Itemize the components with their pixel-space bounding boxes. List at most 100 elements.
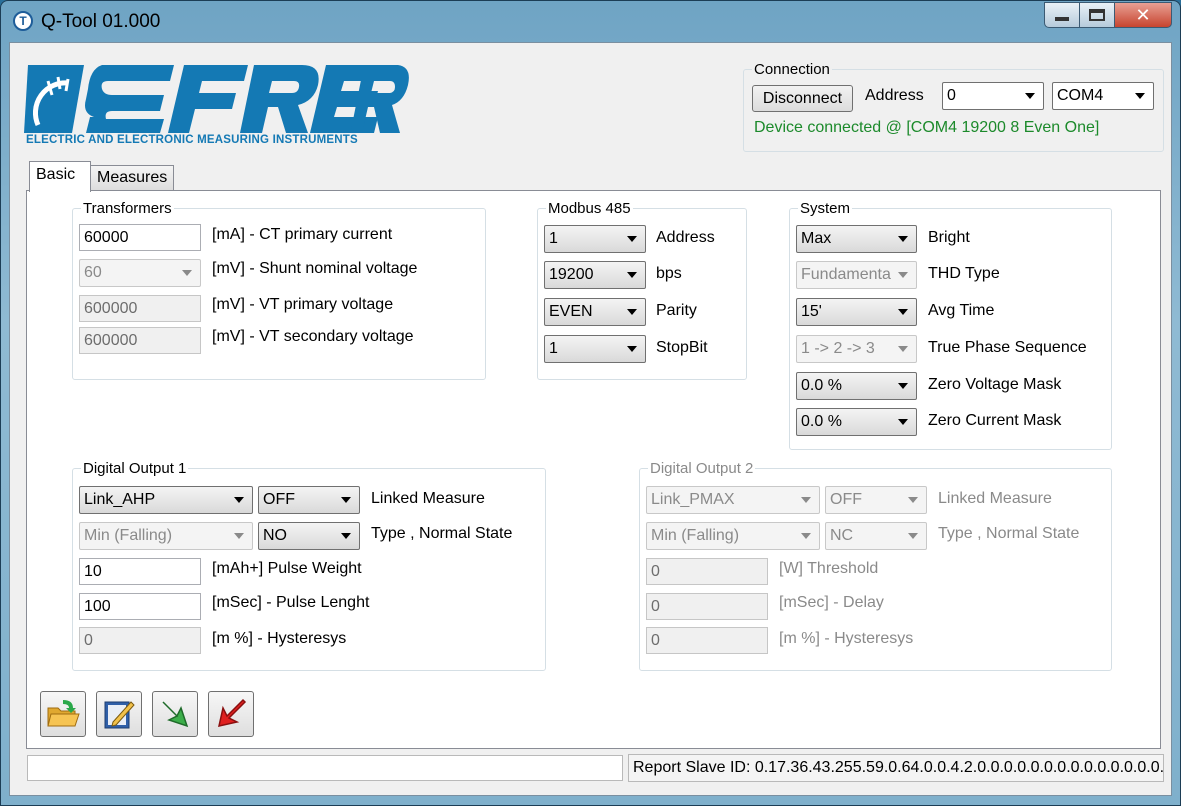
- chevron-down-icon: [341, 533, 351, 539]
- do2-normal-state-select[interactable]: NC: [825, 522, 927, 550]
- close-icon: ✕: [1135, 4, 1151, 25]
- avg-time-select[interactable]: 15': [796, 298, 917, 326]
- chevron-down-icon: [182, 270, 192, 276]
- do2-delay-input[interactable]: 0: [646, 593, 768, 620]
- do1-pulse-weight-input[interactable]: 10: [79, 558, 201, 585]
- do1-type-label: Type , Normal State: [371, 525, 513, 542]
- window-controls: ✕: [1044, 2, 1172, 30]
- bright-value: Max: [801, 230, 832, 247]
- disconnect-button[interactable]: Disconnect: [752, 85, 853, 112]
- do1-hysteresys-label: [m %] - Hysteresys: [212, 630, 347, 647]
- vt-secondary-voltage-label: [mV] - VT secondary voltage: [212, 328, 414, 345]
- transformers-legend: Transformers: [83, 200, 172, 217]
- logo-tagline: ELECTRIC AND ELECTRONIC MEASURING INSTRU…: [26, 134, 358, 146]
- do1-linked-measure-value: Link_AHP: [84, 491, 156, 508]
- phase-sequence-select[interactable]: 1 -> 2 -> 3: [796, 335, 917, 363]
- connection-status: Device connected @ [COM4 19200 8 Even On…: [754, 119, 1100, 136]
- modbus-bps-select[interactable]: 19200: [544, 261, 646, 289]
- do2-delay-label: [mSec] - Delay: [779, 594, 884, 611]
- do1-measure-state-value: OFF: [263, 491, 295, 508]
- chevron-down-icon: [627, 309, 637, 315]
- chevron-down-icon: [908, 533, 918, 539]
- read-device-button[interactable]: [152, 691, 198, 737]
- modbus-parity-value: EVEN: [549, 303, 593, 320]
- write-device-button[interactable]: [208, 691, 254, 737]
- upload-arrow-icon: [218, 698, 247, 727]
- do2-measure-state-select[interactable]: OFF: [825, 486, 927, 514]
- do2-linked-measure-select[interactable]: Link_PMAX: [646, 486, 820, 514]
- maximize-button[interactable]: [1079, 2, 1115, 28]
- do1-linked-measure-select[interactable]: Link_AHP: [79, 486, 253, 514]
- tab-measures[interactable]: Measures: [90, 165, 174, 191]
- maximize-icon: [1089, 9, 1105, 21]
- modbus-bps-label: bps: [656, 265, 682, 282]
- bright-label: Bright: [928, 229, 970, 246]
- do2-hysteresys-input[interactable]: 0: [646, 627, 768, 654]
- app-icon: T: [13, 11, 33, 31]
- com-port-select[interactable]: COM4: [1052, 82, 1154, 110]
- do1-pulse-weight-label: [mAh+] Pulse Weight: [212, 560, 362, 577]
- do2-type-select[interactable]: Min (Falling): [646, 522, 820, 550]
- do1-pulse-length-input[interactable]: 100: [79, 593, 201, 620]
- chevron-down-icon: [341, 497, 351, 503]
- do1-hysteresys-input[interactable]: 0: [79, 627, 201, 654]
- close-button[interactable]: ✕: [1114, 2, 1172, 28]
- chevron-down-icon: [234, 533, 244, 539]
- thd-type-select[interactable]: Fundamenta: [796, 261, 917, 289]
- do2-linked-measure-value: Link_PMAX: [651, 491, 735, 508]
- connection-address-value: 0: [947, 87, 956, 104]
- modbus-parity-select[interactable]: EVEN: [544, 298, 646, 326]
- system-legend: System: [800, 200, 851, 217]
- chevron-down-icon: [898, 236, 908, 242]
- chevron-down-icon: [1135, 93, 1145, 99]
- ct-primary-current-label: [mA] - CT primary current: [212, 226, 393, 243]
- do1-linked-measure-label: Linked Measure: [371, 490, 485, 507]
- chevron-down-icon: [801, 533, 811, 539]
- modbus-stopbit-value: 1: [549, 340, 558, 357]
- do1-normal-state-select[interactable]: NO: [258, 522, 360, 550]
- tab-basic[interactable]: Basic: [29, 161, 91, 192]
- title-bar[interactable]: T Q-Tool 01.000 ✕: [1, 1, 1180, 41]
- chevron-down-icon: [801, 497, 811, 503]
- thd-type-value: Fundamenta: [801, 266, 891, 283]
- window-title: Q-Tool 01.000: [41, 11, 161, 32]
- download-arrow-icon: [162, 701, 189, 728]
- modbus-parity-label: Parity: [656, 302, 697, 319]
- chevron-down-icon: [898, 272, 908, 278]
- bright-select[interactable]: Max: [796, 225, 917, 253]
- modbus-address-label: Address: [656, 229, 715, 246]
- shunt-nominal-voltage-select[interactable]: 60: [79, 259, 201, 287]
- ct-primary-current-input[interactable]: 60000: [79, 224, 201, 251]
- zero-current-mask-label: Zero Current Mask: [928, 412, 1062, 429]
- do1-type-select[interactable]: Min (Falling): [79, 522, 253, 550]
- chevron-down-icon: [1025, 93, 1035, 99]
- edit-button[interactable]: [96, 691, 142, 737]
- open-file-button[interactable]: [40, 691, 86, 737]
- chevron-down-icon: [627, 272, 637, 278]
- modbus-stopbit-label: StopBit: [656, 339, 708, 356]
- do2-threshold-input[interactable]: 0: [646, 558, 768, 585]
- modbus-address-value: 1: [549, 230, 558, 247]
- zero-current-mask-select[interactable]: 0.0 %: [796, 408, 917, 436]
- digital-output-2-legend: Digital Output 2: [650, 460, 754, 477]
- do1-measure-state-select[interactable]: OFF: [258, 486, 360, 514]
- do1-normal-state-value: NO: [263, 527, 287, 544]
- vt-primary-voltage-input[interactable]: 600000: [79, 295, 201, 322]
- modbus-stopbit-select[interactable]: 1: [544, 335, 646, 363]
- zero-voltage-mask-value: 0.0 %: [801, 377, 842, 394]
- com-port-value: COM4: [1057, 87, 1104, 104]
- connection-address-select[interactable]: 0: [942, 82, 1044, 110]
- chevron-down-icon: [898, 419, 908, 425]
- modbus-legend: Modbus 485: [548, 200, 631, 217]
- phase-sequence-label: True Phase Sequence: [928, 339, 1087, 356]
- modbus-address-select[interactable]: 1: [544, 225, 646, 253]
- phase-sequence-value: 1 -> 2 -> 3: [801, 340, 875, 357]
- chevron-down-icon: [898, 346, 908, 352]
- minimize-button[interactable]: [1044, 2, 1080, 28]
- connection-address-label: Address: [865, 87, 924, 104]
- zero-voltage-mask-select[interactable]: 0.0 %: [796, 372, 917, 400]
- vt-secondary-voltage-input[interactable]: 600000: [79, 327, 201, 354]
- digital-output-1-legend: Digital Output 1: [83, 460, 187, 477]
- do1-type-value: Min (Falling): [84, 527, 173, 544]
- do2-normal-state-value: NC: [830, 527, 854, 544]
